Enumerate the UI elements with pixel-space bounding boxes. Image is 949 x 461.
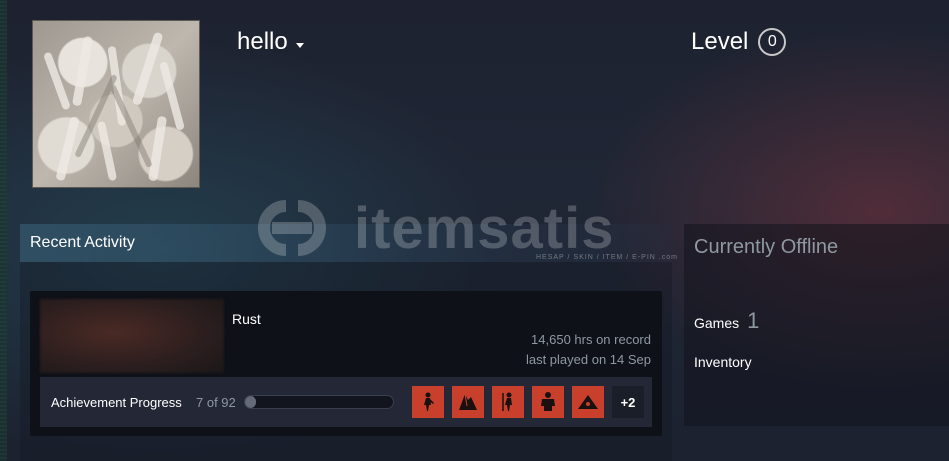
recent-activity-title: Recent Activity [30, 234, 135, 251]
profile-level: Level 0 [691, 28, 787, 56]
profile-name: hello [237, 28, 288, 55]
game-last-played: last played on 14 Sep [525, 352, 651, 367]
achievement-progress-label[interactable]: Achievement Progress [51, 395, 182, 410]
shard-icon[interactable] [452, 386, 484, 418]
hunter-icon[interactable] [492, 386, 524, 418]
achievement-icons: +2 [412, 386, 644, 418]
watermark-subtext: HESAP / SKIN / ITEM / E-PIN .com [536, 254, 678, 261]
profile-name-dropdown[interactable]: hello [237, 28, 304, 56]
games-link[interactable]: Games 1 [694, 308, 759, 334]
level-label: Level [691, 28, 749, 55]
level-badge: 0 [758, 28, 787, 56]
game-name-link[interactable]: Rust [232, 311, 261, 327]
more-achievements[interactable]: +2 [612, 386, 644, 418]
inventory-link[interactable]: Inventory [694, 354, 752, 370]
figure-icon[interactable] [412, 386, 444, 418]
games-label: Games [694, 315, 740, 331]
game-hours: 14,650 hrs on record [531, 332, 651, 347]
avatar-image [44, 32, 185, 181]
tent-icon[interactable] [572, 386, 604, 418]
chevron-down-icon [295, 42, 304, 48]
brute-icon[interactable] [532, 386, 564, 418]
games-count: 1 [747, 308, 760, 333]
game-capsule-image[interactable] [40, 299, 224, 373]
online-status: Currently Offline [694, 236, 839, 258]
achievement-progress-track [244, 395, 394, 409]
page-edge-decoration [0, 0, 7, 461]
achievement-progress-fill [245, 396, 257, 408]
avatar[interactable] [32, 20, 200, 188]
achievement-count: 7 of 92 [196, 395, 236, 410]
